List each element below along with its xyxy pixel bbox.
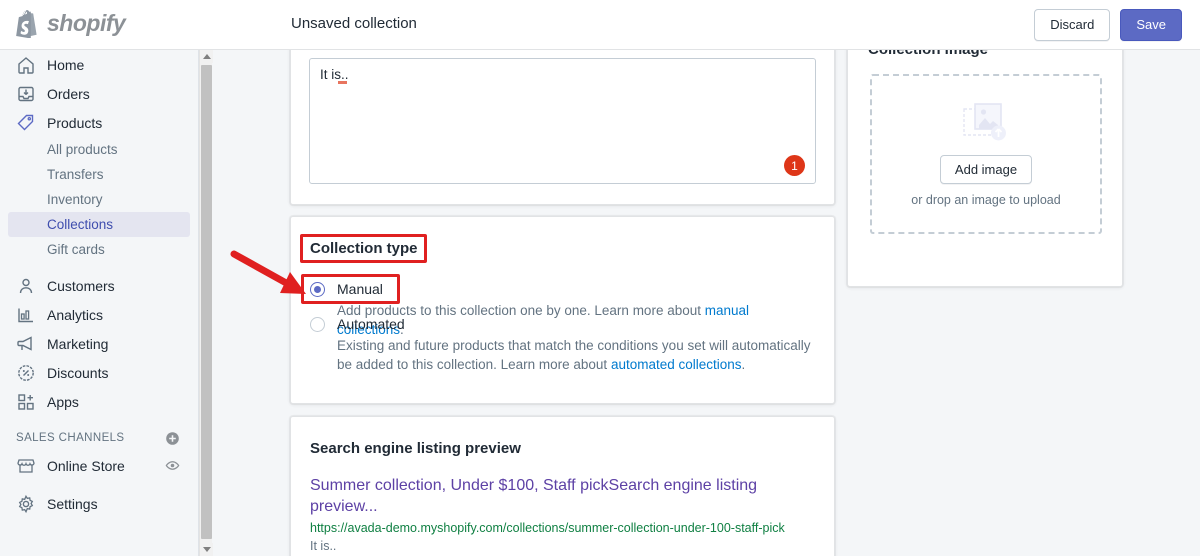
sidebar: Home Orders Products All products Transf…: [0, 50, 199, 556]
spellcheck-underline: [338, 81, 347, 84]
sidebar-item-label: Discounts: [47, 364, 109, 381]
page-title: Unsaved collection: [291, 15, 417, 32]
automated-radio-label: Automated: [337, 316, 405, 332]
collection-image-card: Collection image Add image or drop an im…: [847, 50, 1123, 287]
seo-preview-card: Search engine listing preview Summer col…: [290, 416, 835, 556]
seo-preview-heading: Search engine listing preview: [310, 440, 521, 457]
sidebar-item-products[interactable]: Products: [8, 108, 190, 137]
megaphone-icon: [17, 335, 32, 351]
shopify-bag-icon: [16, 10, 37, 38]
sidebar-item-analytics[interactable]: Analytics: [8, 300, 190, 329]
home-icon: [18, 56, 34, 74]
drop-hint-text: or drop an image to upload: [911, 193, 1061, 207]
plus-circle-icon[interactable]: [165, 431, 180, 446]
sidebar-item-label: Products: [47, 114, 103, 131]
sidebar-item-inventory[interactable]: Inventory: [8, 187, 190, 212]
shopify-logo[interactable]: shopify: [14, 9, 126, 38]
sidebar-item-transfers[interactable]: Transfers: [8, 162, 190, 187]
sidebar-item-settings[interactable]: Settings: [8, 489, 190, 518]
main-content: It is.. 1 Collection type Manual Add pro…: [213, 50, 1200, 556]
bar-chart-icon: [18, 308, 33, 322]
collection-type-card: Collection type Manual Add products to t…: [290, 216, 835, 404]
collection-type-heading: Collection type: [310, 240, 418, 257]
shopify-admin-screen: shopify Unsaved collection Discard Save …: [0, 0, 1200, 556]
person-icon: [19, 278, 33, 293]
apps-grid-icon: [18, 393, 34, 410]
sidebar-item-label: Marketing: [47, 335, 109, 352]
sidebar-item-discounts[interactable]: Discounts: [8, 358, 190, 387]
add-image-button[interactable]: Add image: [939, 155, 1033, 184]
automated-radio-button[interactable]: [310, 316, 325, 332]
top-bar: shopify Unsaved collection Discard Save: [0, 0, 1200, 50]
description-textarea[interactable]: It is.. 1: [309, 58, 816, 184]
sidebar-item-marketing[interactable]: Marketing: [8, 329, 190, 358]
save-button[interactable]: Save: [1120, 9, 1182, 41]
sidebar-item-label: Settings: [47, 495, 98, 512]
sidebar-item-online-store[interactable]: Online Store: [8, 451, 190, 480]
seo-preview-description: It is..: [310, 539, 337, 553]
manual-radio-row[interactable]: Manual: [310, 281, 383, 297]
description-card: It is.. 1: [290, 50, 835, 205]
image-upload-icon: [963, 103, 1006, 141]
image-dropzone[interactable]: Add image or drop an image to upload: [870, 74, 1102, 234]
scrollbar-thumb[interactable]: [201, 65, 212, 539]
shopify-wordmark: shopify: [47, 10, 126, 36]
sidebar-item-label: Customers: [47, 277, 115, 294]
scroll-down-arrow[interactable]: [200, 543, 213, 556]
scroll-up-arrow[interactable]: [200, 50, 213, 63]
error-count-badge[interactable]: 1: [784, 155, 805, 176]
seo-preview-title[interactable]: Summer collection, Under $100, Staff pic…: [310, 475, 805, 517]
automated-help-text: Existing and future products that match …: [337, 336, 817, 374]
sidebar-item-label: Apps: [47, 393, 79, 410]
discard-button[interactable]: Discard: [1034, 9, 1111, 41]
gear-icon: [18, 494, 34, 513]
eye-icon[interactable]: [165, 458, 180, 473]
percent-badge-icon: [18, 364, 34, 381]
sidebar-item-collections[interactable]: Collections: [8, 212, 190, 237]
sidebar-item-label: Online Store: [47, 457, 125, 474]
sidebar-item-gift-cards[interactable]: Gift cards: [8, 237, 190, 262]
sidebar-scrollbar[interactable]: [199, 50, 213, 556]
sidebar-item-customers[interactable]: Customers: [8, 271, 190, 300]
storefront-icon: [17, 458, 35, 473]
automated-radio-row[interactable]: Automated: [310, 316, 405, 332]
caret-up-icon: [202, 54, 211, 59]
description-value: It is..: [320, 67, 349, 82]
collection-image-heading: Collection image: [868, 50, 988, 58]
manual-radio-button[interactable]: [310, 281, 325, 297]
manual-help-text: Add products to this collection one by o…: [337, 301, 817, 339]
sales-channels-header: SALES CHANNELS: [16, 425, 190, 451]
sidebar-item-home[interactable]: Home: [8, 50, 190, 79]
sidebar-item-label: Orders: [47, 85, 90, 102]
orders-inbox-icon: [18, 86, 34, 101]
caret-down-icon: [202, 547, 211, 552]
sidebar-item-orders[interactable]: Orders: [8, 79, 190, 108]
seo-preview-url: https://avada-demo.myshopify.com/collect…: [310, 521, 785, 535]
sales-channels-label: SALES CHANNELS: [16, 432, 125, 444]
automated-help-after: .: [741, 357, 746, 372]
automated-collections-link[interactable]: automated collections: [611, 357, 742, 372]
sidebar-item-label: Analytics: [47, 306, 104, 323]
topbar-actions: Discard Save: [1034, 9, 1182, 41]
product-tag-icon: [17, 114, 34, 130]
sidebar-item-label: Home: [47, 56, 85, 73]
manual-radio-label: Manual: [337, 281, 383, 297]
sidebar-item-apps[interactable]: Apps: [8, 387, 190, 416]
sidebar-item-all-products[interactable]: All products: [8, 137, 190, 162]
